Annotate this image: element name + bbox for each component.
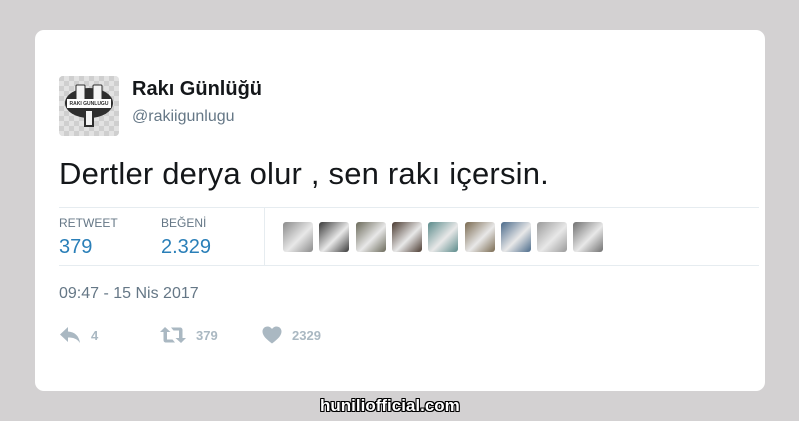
like-button[interactable]: 2329 [262, 324, 321, 346]
like-action-count: 2329 [292, 327, 321, 343]
retweet-icon [160, 327, 186, 343]
retweet-action-count: 379 [196, 327, 218, 343]
liker-avatar[interactable] [500, 222, 531, 252]
liker-avatar[interactable] [573, 222, 604, 252]
like-stat-label: BEĞENİ [161, 216, 207, 230]
reply-icon [60, 327, 80, 343]
heart-icon [262, 326, 282, 344]
like-stat[interactable]: BEĞENİ 2.329 [161, 216, 211, 259]
liker-avatar[interactable] [537, 222, 568, 252]
author-avatar[interactable]: RAKI GÜNLÜĞÜ [59, 76, 119, 136]
tweet-actions: 4 379 2329 [59, 324, 459, 348]
liker-avatar[interactable] [355, 222, 386, 252]
tweet-timestamp[interactable]: 09:47 - 15 Nis 2017 [59, 285, 199, 303]
liker-avatar[interactable] [428, 222, 459, 252]
tweet-card: RAKI GÜNLÜĞÜ Rakı Günlüğü @rakiigunlugu … [35, 30, 765, 391]
retweet-stat-label: RETWEET [59, 216, 118, 230]
retweet-stat-count: 379 [59, 236, 93, 258]
author-display-name[interactable]: Rakı Günlüğü [132, 78, 262, 101]
reply-button[interactable]: 4 [59, 324, 98, 346]
avatar-logo-text: RAKI GÜNLÜĞÜ [69, 101, 109, 107]
retweet-button[interactable]: 379 [160, 324, 218, 346]
watermark-text: huniliofficial.com [320, 396, 460, 415]
liker-avatar[interactable] [391, 222, 422, 252]
tweet-stats: RETWEET 379 BEĞENİ 2.329 [59, 207, 759, 266]
author-handle[interactable]: @rakiigunlugu [132, 108, 235, 126]
reply-count: 4 [91, 327, 99, 343]
retweet-stat[interactable]: RETWEET 379 [59, 216, 118, 259]
liker-avatar[interactable] [283, 222, 313, 252]
liker-avatar[interactable] [319, 222, 350, 252]
tweet-text: Dertler derya olur , sen rakı içersin. [59, 156, 549, 191]
liker-avatar[interactable] [464, 222, 495, 252]
stats-divider [264, 208, 265, 266]
like-stat-count: 2.329 [161, 236, 212, 258]
